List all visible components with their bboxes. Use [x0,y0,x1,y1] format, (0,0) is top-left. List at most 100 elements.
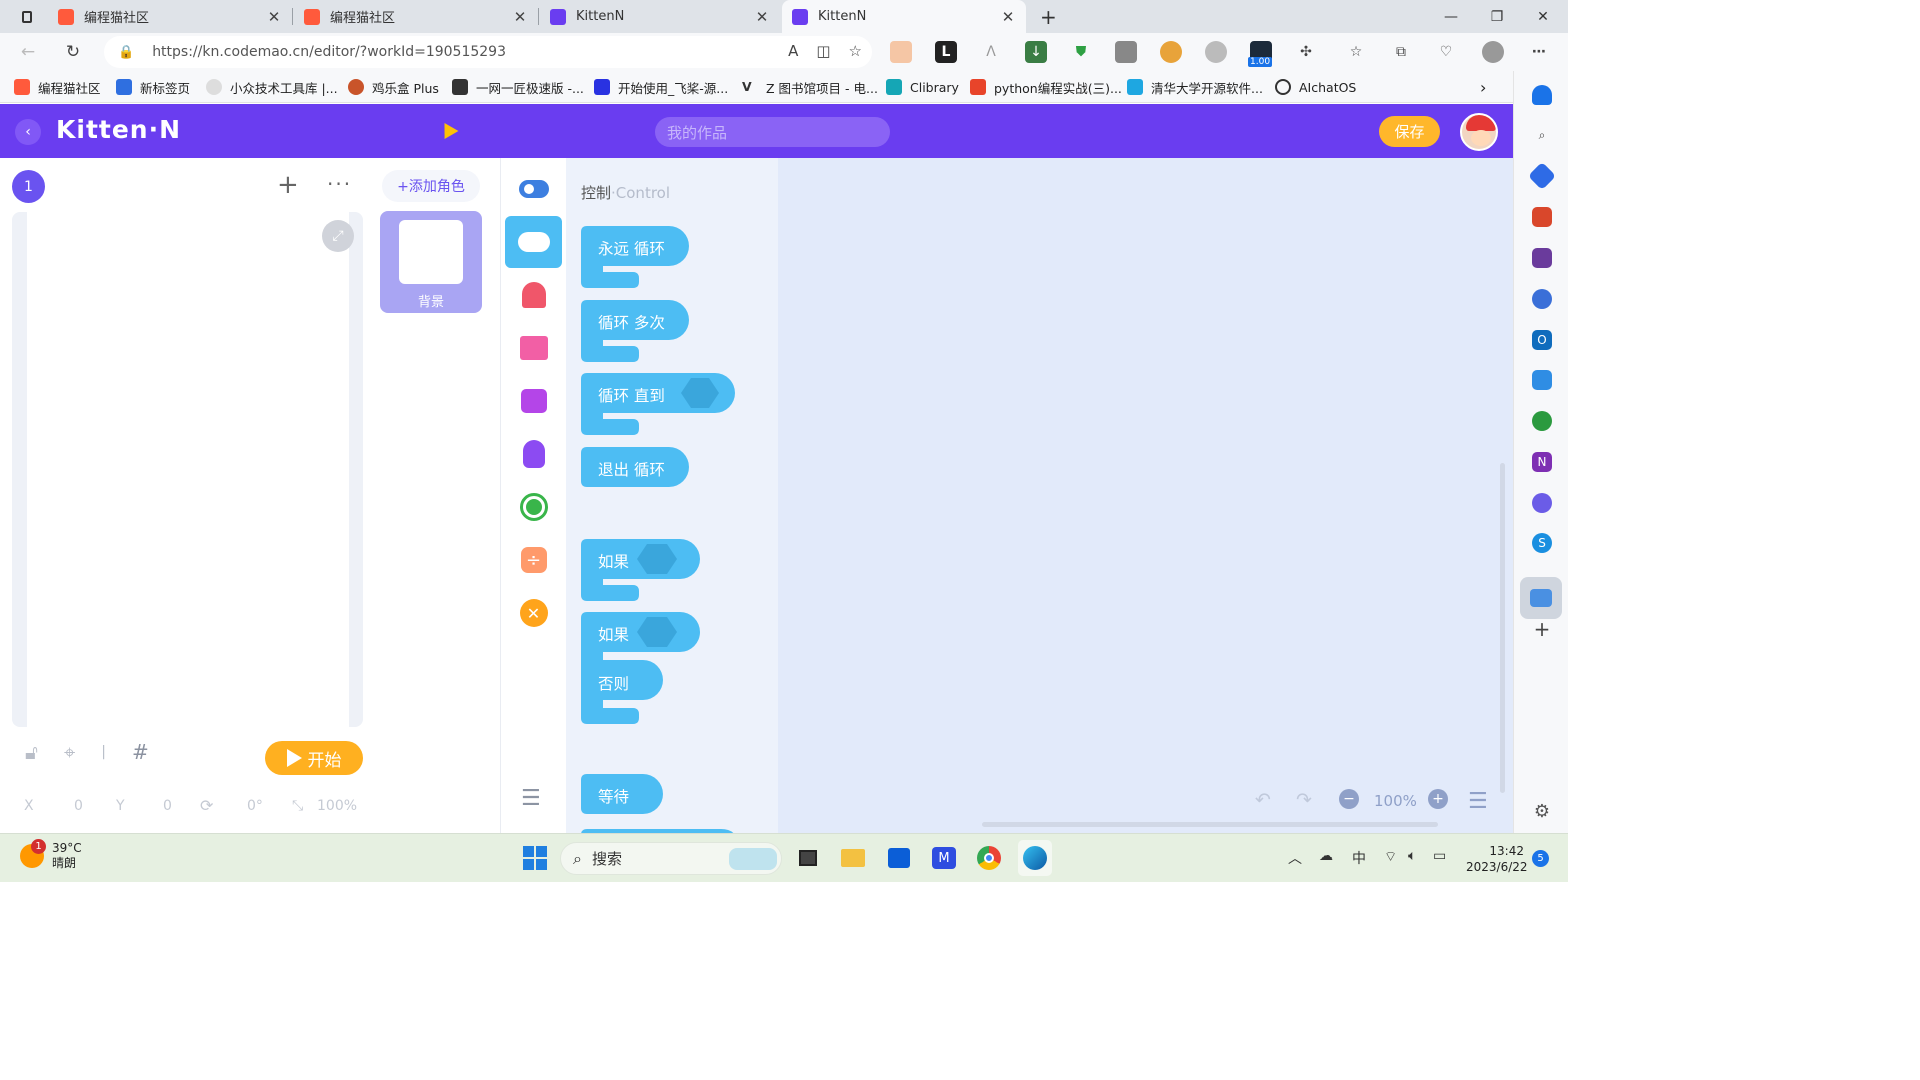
more-options-icon[interactable]: ··· [327,172,352,196]
category-dialog[interactable] [505,375,562,427]
bookmark-item[interactable]: 一网一匠极速版 -... [452,77,584,97]
add-sidebar-icon[interactable]: + [1532,617,1552,641]
role-card-background[interactable]: 背景 [380,211,482,313]
tab-2[interactable]: KittenN ✕ [540,0,780,33]
send-icon[interactable] [1532,370,1552,390]
favorite-star-icon[interactable]: ☆ [849,42,862,60]
restore-icon[interactable]: ❐ [1474,0,1520,33]
bookmark-item[interactable]: 编程猫社区 [14,77,101,97]
bookmark-item[interactable]: 小众技术工具库 |... [206,77,338,97]
close-icon[interactable]: ✕ [1000,8,1016,26]
user-avatar[interactable] [1460,113,1498,151]
search-icon[interactable]: ⌕ [1532,125,1552,145]
close-icon[interactable]: ✕ [512,8,528,26]
performance-icon[interactable]: ♡ [1435,41,1457,63]
category-operator[interactable]: ÷ [505,534,562,586]
block-repeat-times[interactable]: 循环 多次 [581,300,696,368]
ime-indicator[interactable]: 中 [1352,848,1366,868]
onenote-icon[interactable]: N [1532,452,1552,472]
favorites-icon[interactable]: ☆ [1345,41,1367,63]
onedrive-icon[interactable]: ☁ [1319,848,1333,864]
taskbar-search[interactable]: ⌕ 搜索 [560,842,782,875]
undo-icon[interactable]: ↶ [1255,789,1271,811]
store-icon[interactable] [885,844,913,872]
clock[interactable]: 13:42 2023/6/22 [1466,843,1528,875]
category-event[interactable] [505,163,562,215]
tab-0[interactable]: 编程猫社区 ✕ [48,0,292,33]
start-button[interactable]: 开始 [265,741,363,775]
save-button[interactable]: 保存 [1379,116,1440,147]
category-sensing[interactable] [505,428,562,480]
windows-start-icon[interactable] [521,844,549,872]
tab-1[interactable]: 编程猫社区 ✕ [294,0,538,33]
chess-icon[interactable] [1532,248,1552,268]
y-value[interactable]: 0 [163,798,172,814]
edge-icon[interactable] [1018,840,1052,876]
bookmark-item[interactable]: AIchatOS [1275,77,1356,97]
extension-fox-icon[interactable] [1160,41,1182,63]
block-wait[interactable]: 等待 [581,774,671,822]
bookmark-item[interactable]: 清华大学开源软件... [1127,77,1263,97]
extension-grid-icon[interactable] [1115,41,1137,63]
vertical-scrollbar[interactable] [1500,463,1505,793]
stage-canvas[interactable] [27,212,349,727]
collections-icon[interactable]: ⧉ [1390,41,1412,63]
crosshair-icon[interactable]: ⌖ [64,740,75,764]
lock-icon[interactable]: 🔓︎ [25,740,38,764]
extension-avatar-icon[interactable] [890,41,912,63]
profile-icon[interactable] [1482,41,1504,63]
notification-count-badge[interactable]: 5 [1532,850,1549,867]
refresh-icon[interactable]: ↻ [59,38,87,66]
extensions-puzzle-icon[interactable]: ✣ [1295,41,1317,63]
extension-download-icon[interactable]: ↓ [1025,41,1047,63]
tag-icon[interactable] [1527,161,1557,191]
robot-icon[interactable] [1520,577,1562,619]
more-menu-icon[interactable]: ⋯ [1528,41,1550,63]
close-window-icon[interactable]: ✕ [1520,0,1566,33]
tab-3[interactable]: KittenN ✕ [782,0,1026,33]
notification-bell-icon[interactable] [1532,85,1552,105]
toolbox-icon[interactable] [1532,207,1552,227]
grid-icon[interactable]: # [132,740,149,764]
battery-icon[interactable]: ▭ [1433,848,1446,864]
block-break-loop[interactable]: 退出 循环 [581,447,696,495]
zoom-in-button[interactable]: + [1428,789,1448,809]
zoom-out-button[interactable]: − [1339,789,1359,809]
read-aloud-icon[interactable]: A [788,42,798,60]
volume-icon[interactable]: 🔈︎ [1408,848,1416,864]
add-role-button[interactable]: +添加角色 [382,170,480,202]
category-variable[interactable]: ✕ [505,587,562,639]
meditate-icon[interactable] [1532,493,1552,513]
bookmark-item[interactable]: 新标签页 [116,77,190,97]
new-tab-button[interactable]: + [1030,0,1058,33]
chrome-icon[interactable] [975,844,1003,872]
close-icon[interactable]: ✕ [266,8,282,26]
add-scene-icon[interactable]: + [277,172,299,198]
work-title-input[interactable]: 我的作品 [655,117,890,147]
tab-actions-menu[interactable] [12,0,42,33]
weather-widget[interactable]: 1 39°C 晴朗 [20,839,82,871]
code-workspace[interactable]: ↶ ↷ − 100% + ☰ [778,158,1513,833]
bookmark-item[interactable]: Clibrary [886,77,959,97]
hamburger-menu-icon[interactable]: ☰ [521,786,541,811]
app-m-icon[interactable]: M [930,844,958,872]
expand-stage-icon[interactable]: ⤢ [322,220,354,252]
block-if-else[interactable]: 如果 否则 [581,612,706,730]
horizontal-scrollbar[interactable] [982,822,1438,827]
back-chevron-icon[interactable]: ‹ [15,119,41,145]
bookmark-item[interactable]: python编程实战(三)... [970,77,1122,97]
x-value[interactable]: 0 [74,798,83,814]
scale-value[interactable]: 100% [317,798,357,814]
file-explorer-icon[interactable] [839,844,867,872]
wifi-icon[interactable]: ⌔ [1384,848,1397,866]
split-screen-icon[interactable]: ◫ [816,42,830,60]
bookmark-item[interactable]: 鸡乐盒 Plus [348,77,439,97]
category-appearance[interactable] [505,322,562,374]
close-icon[interactable]: ✕ [754,8,770,26]
bookmark-item[interactable]: 开始使用_飞桨-源... [594,77,728,97]
url-field[interactable]: 🔒 https://kn.codemao.cn/editor/?workId=1… [104,36,872,68]
align-blocks-icon[interactable]: ☰ [1468,789,1488,814]
settings-gear-icon[interactable]: ⚙ [1532,801,1552,822]
extension-a-icon[interactable]: Λ [980,41,1002,63]
tree-icon[interactable] [1532,411,1552,431]
